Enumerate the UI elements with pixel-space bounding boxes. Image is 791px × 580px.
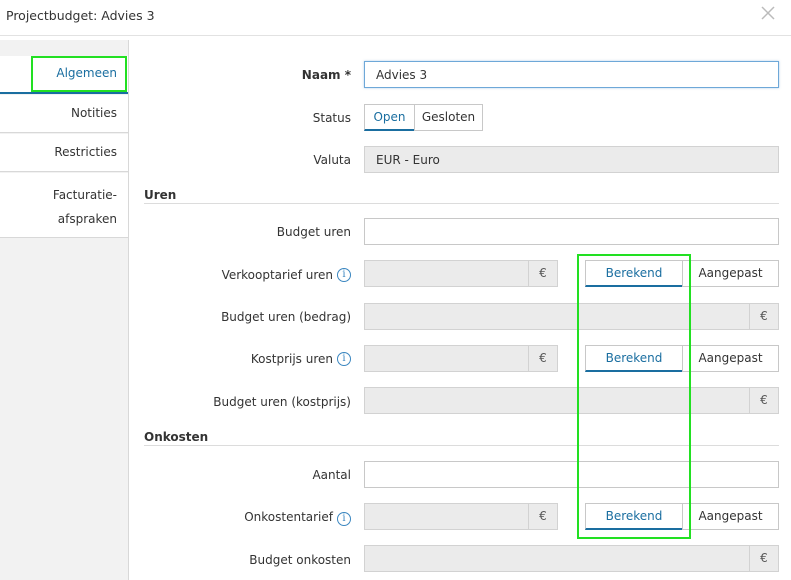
budget-uren-bedrag-label: Budget uren (bedrag) bbox=[221, 310, 351, 324]
section-divider bbox=[144, 203, 779, 204]
sidebar-item-label: Restricties bbox=[54, 145, 117, 159]
info-icon[interactable]: i bbox=[337, 352, 351, 366]
budget-uren-kostprijs-field bbox=[364, 387, 751, 414]
sidebar-item-label-line2: afspraken bbox=[57, 212, 117, 226]
naam-input[interactable]: Advies 3 bbox=[364, 61, 779, 88]
kostprijs-aangepast-button[interactable]: Aangepast bbox=[682, 345, 779, 372]
budget-uren-label: Budget uren bbox=[276, 225, 351, 239]
sidebar-item-notities[interactable]: Notities bbox=[0, 95, 128, 133]
valuta-value: EUR - Euro bbox=[376, 153, 440, 167]
kostprijs-berekend-button[interactable]: Berekend bbox=[585, 345, 683, 372]
valuta-label: Valuta bbox=[313, 153, 351, 167]
sidebar: Algemeen Notities Restricties Facturatie… bbox=[0, 40, 129, 580]
status-open-button[interactable]: Open bbox=[364, 104, 415, 131]
onkostentarief-label: Onkostentarief bbox=[244, 510, 333, 524]
aantal-input[interactable] bbox=[364, 461, 779, 488]
budget-uren-bedrag-field bbox=[364, 303, 751, 330]
naam-label: Naam * bbox=[301, 68, 351, 82]
sidebar-item-label-line1: Facturatie- bbox=[52, 188, 117, 202]
sidebar-item-label: Notities bbox=[70, 106, 117, 120]
currency-addon: € bbox=[528, 260, 558, 287]
onkostentarief-input bbox=[364, 503, 529, 530]
budget-uren-input[interactable] bbox=[364, 218, 779, 245]
status-label: Status bbox=[312, 111, 351, 125]
sidebar-item-restricties[interactable]: Restricties bbox=[0, 134, 128, 172]
valuta-field: EUR - Euro bbox=[364, 146, 779, 173]
section-onkosten-heading: Onkosten bbox=[144, 430, 209, 444]
currency-addon: € bbox=[528, 503, 558, 530]
verkooptarief-aangepast-button[interactable]: Aangepast bbox=[682, 260, 779, 287]
onkostentarief-aangepast-button[interactable]: Aangepast bbox=[682, 503, 779, 530]
sidebar-item-algemeen[interactable]: Algemeen bbox=[0, 56, 128, 94]
onkostentarief-berekend-button[interactable]: Berekend bbox=[585, 503, 683, 530]
naam-value: Advies 3 bbox=[376, 68, 428, 82]
currency-addon: € bbox=[749, 303, 779, 330]
close-icon[interactable] bbox=[759, 4, 777, 22]
budget-onkosten-label: Budget onkosten bbox=[249, 553, 351, 567]
aantal-label: Aantal bbox=[312, 468, 351, 482]
currency-addon: € bbox=[528, 345, 558, 372]
currency-addon: € bbox=[749, 545, 779, 572]
info-icon[interactable]: i bbox=[337, 512, 351, 526]
verkooptarief-berekend-button[interactable]: Berekend bbox=[585, 260, 683, 287]
info-icon[interactable]: i bbox=[337, 268, 351, 282]
dialog-title: Projectbudget: Advies 3 bbox=[6, 8, 155, 23]
kostprijs-uren-input bbox=[364, 345, 529, 372]
kostprijs-uren-label: Kostprijs uren bbox=[250, 352, 333, 366]
section-uren-heading: Uren bbox=[144, 188, 177, 202]
budget-uren-kostprijs-label: Budget uren (kostprijs) bbox=[213, 395, 351, 409]
dialog-titlebar: Projectbudget: Advies 3 bbox=[0, 0, 791, 36]
budget-onkosten-field bbox=[364, 545, 751, 572]
currency-addon: € bbox=[749, 387, 779, 414]
verkooptarief-uren-label: Verkooptarief uren bbox=[221, 268, 333, 282]
verkooptarief-uren-input bbox=[364, 260, 529, 287]
section-divider bbox=[144, 445, 779, 446]
status-gesloten-button[interactable]: Gesloten bbox=[414, 104, 483, 131]
sidebar-item-facturatie-afspraken[interactable]: Facturatie- afspraken bbox=[0, 173, 128, 238]
sidebar-item-label: Algemeen bbox=[56, 66, 117, 80]
